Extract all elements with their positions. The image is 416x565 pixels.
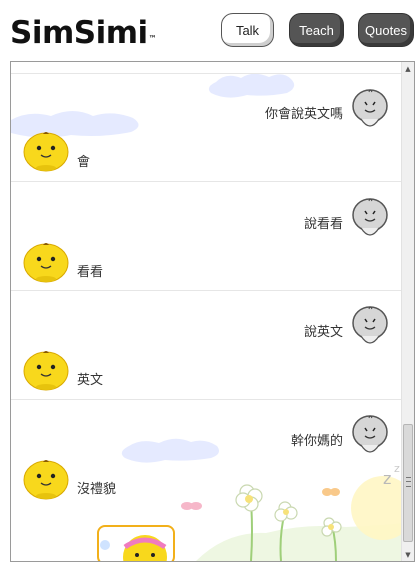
bot-message: 沒禮貌 (77, 482, 117, 497)
yellow-chick-icon (23, 460, 69, 500)
user-message: 幹你媽的 (290, 434, 343, 449)
user-message: 說看看 (303, 217, 343, 232)
tab-quotes[interactable]: Quotes (358, 13, 414, 47)
gray-face-icon (352, 415, 388, 453)
simsimi-girl-icon (100, 535, 167, 561)
bot-message: 看看 (77, 265, 104, 280)
tab-quotes-label: Quotes (365, 22, 407, 38)
gray-face-icon (352, 198, 388, 236)
tab-teach-label: Teach (299, 22, 334, 38)
trademark-mark: ™ (148, 34, 157, 43)
gray-face-icon (352, 306, 388, 344)
tab-teach[interactable]: Teach (289, 13, 344, 47)
tab-talk-label: Talk (235, 22, 260, 38)
triangle-up-icon[interactable]: ▲ (402, 62, 414, 75)
simsimi-card-thumbnail[interactable] (97, 525, 175, 561)
message-block (11, 62, 403, 74)
bot-message: 英文 (77, 373, 104, 388)
message-block: 說看看 看看 (11, 183, 403, 291)
user-message: 你會說英文嗎 (264, 107, 343, 122)
yellow-chick-icon (23, 132, 69, 172)
simsimi-logo: SimSimi™ (10, 13, 157, 53)
gray-face-icon (352, 89, 388, 127)
message-block: 說英文 英文 (11, 292, 403, 400)
message-list: 你會說英文嗎 會 說看看 看看 說英文 英文 幹你媽的 沒禮貌 (11, 62, 403, 561)
bot-message: 會 (77, 155, 91, 170)
chat-frame: z z 你會說英文嗎 會 說看看 看看 說英文 英文 幹你媽的 沒禮貌 ▲ ▼ (10, 61, 415, 562)
triangle-down-icon[interactable]: ▼ (402, 548, 414, 561)
yellow-chick-icon (23, 351, 69, 391)
logo-text: SimSimi (10, 15, 148, 51)
user-message: 說英文 (303, 325, 343, 340)
grip-icon (406, 477, 411, 487)
message-block: 你會說英文嗎 會 (11, 74, 403, 182)
yellow-chick-icon (23, 243, 69, 283)
scroll-thumb[interactable] (403, 424, 413, 542)
message-block: 幹你媽的 沒禮貌 (11, 401, 403, 509)
chat-scrollbar[interactable]: ▲ ▼ (401, 62, 414, 561)
tab-talk[interactable]: Talk (221, 13, 274, 47)
